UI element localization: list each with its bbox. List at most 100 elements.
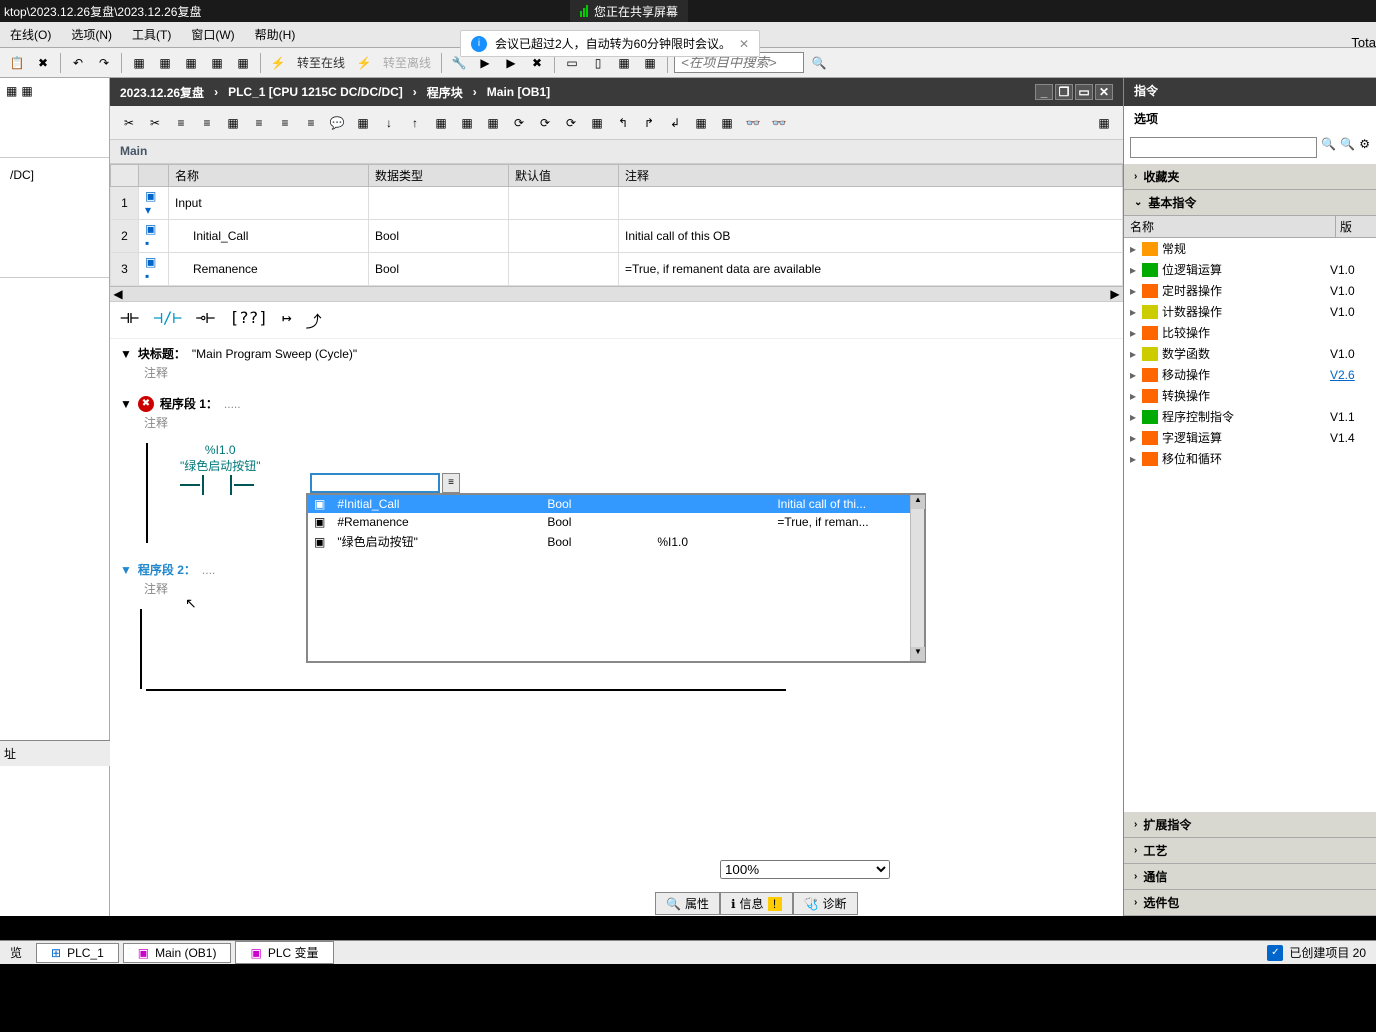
tb-icon[interactable]: ▦ [232,52,254,74]
tool-icon[interactable]: ↰ [612,112,634,134]
undo-icon[interactable]: ↶ [67,52,89,74]
instruction-item[interactable]: ▸字逻辑运算V1.4 [1124,427,1376,448]
status-tab[interactable]: ▣ Main (OB1) [123,943,232,963]
tool-icon[interactable]: ⟳ [508,112,530,134]
tool-icon[interactable]: ↲ [664,112,686,134]
tab-diagnostics[interactable]: 🩺 诊断 [793,892,858,915]
tool-icon[interactable]: ▦ [222,112,244,134]
status-tab[interactable]: ▣ PLC 变量 [235,941,333,964]
tb-icon[interactable]: ▦ [128,52,150,74]
contact-nc-icon[interactable]: ⊣/⊢ [153,308,182,332]
tool-icon[interactable]: ▦ [456,112,478,134]
search-icon[interactable]: 🔍 [1321,137,1336,158]
restore-icon[interactable]: ▭ [1075,84,1093,100]
scroll-right-icon[interactable]: ▶ [1107,287,1123,301]
tool-icon[interactable]: ▦ [482,112,504,134]
branch-up-icon[interactable]: ⤴ [306,308,322,332]
instruction-item[interactable]: ▸数学函数V1.0 [1124,343,1376,364]
instruction-item[interactable]: ▸常规 [1124,238,1376,259]
favorites-section[interactable]: › 收藏夹 [1124,164,1376,190]
tool-icon[interactable]: ▦ [6,84,17,151]
table-row[interactable]: 2 ▣ ▪ Initial_Call Bool Initial call of … [111,220,1123,253]
menu-help[interactable]: 帮助(H) [255,26,296,43]
zoom-select[interactable]: 100% [720,860,890,879]
menu-options[interactable]: 选项(N) [71,26,112,43]
contact-element[interactable]: %I1.0 "绿色启动按钮" [180,443,261,495]
tool-icon[interactable]: 👓 [768,112,790,134]
scroll-up-icon[interactable]: ▲ [911,495,925,509]
coil-icon[interactable]: ⊸⊢ [196,308,215,332]
col-comment[interactable]: 注释 [619,165,1123,187]
redo-icon[interactable]: ↷ [93,52,115,74]
tool-icon[interactable]: 👓 [742,112,764,134]
minimize-icon[interactable]: _ [1035,84,1053,100]
tool-icon[interactable]: ▦ [586,112,608,134]
instruction-item[interactable]: ▸转换操作 [1124,385,1376,406]
scrollbar[interactable]: ▲ ▼ [910,495,924,661]
delete-icon[interactable]: ✖ [32,52,54,74]
tool-icon[interactable]: ▦ [430,112,452,134]
instruction-item[interactable]: ▸移位和循环 [1124,448,1376,469]
col-version[interactable]: 版 [1336,216,1376,237]
tool-icon[interactable]: ≡ [196,112,218,134]
instruction-item[interactable]: ▸位逻辑运算V1.0 [1124,259,1376,280]
close-icon[interactable]: ✕ [739,37,749,51]
section-header[interactable]: ›扩展指令 [1124,812,1376,838]
list-item[interactable]: ▣ "绿色启动按钮" Bool %I1.0 [308,531,924,552]
tool-icon[interactable]: ✂ [144,112,166,134]
collapse-icon[interactable]: ▼ [120,563,132,577]
breadcrumb-item[interactable]: 程序块 [427,84,463,101]
tool-icon[interactable]: ≡ [248,112,270,134]
tab-properties[interactable]: 🔍 属性 [655,892,720,915]
instruction-item[interactable]: ▸计数器操作V1.0 [1124,301,1376,322]
menu-online[interactable]: 在线(O) [10,26,51,43]
collapse-icon[interactable]: ▼ [120,397,132,411]
table-row[interactable]: 1 ▣ ▾ Input [111,187,1123,220]
list-picker-icon[interactable]: ≡ [442,473,460,493]
section-header[interactable]: ›选件包 [1124,890,1376,916]
instruction-item[interactable]: ▸移动操作V2.6 [1124,364,1376,385]
section-header[interactable]: ›通信 [1124,864,1376,890]
tool-icon[interactable]: ≡ [300,112,322,134]
paste-icon[interactable]: 📋 [6,52,28,74]
list-item[interactable]: ▣ #Initial_Call Bool Initial call of thi… [308,495,924,513]
overview-label[interactable]: 览 [0,944,32,961]
tool-icon[interactable]: ⚙ [1359,137,1370,158]
tool-icon[interactable]: ↑ [404,112,426,134]
section-header[interactable]: ›工艺 [1124,838,1376,864]
contact-no-icon[interactable]: ⊣⊢ [120,308,139,332]
tb-icon[interactable]: ▦ [180,52,202,74]
maximize-icon[interactable]: ❐ [1055,84,1073,100]
tool-icon[interactable]: ▦ [716,112,738,134]
breadcrumb-item[interactable]: 2023.12.26复盘 [120,84,204,101]
tool-icon[interactable]: 💬 [326,112,348,134]
scroll-left-icon[interactable]: ◀ [110,287,126,301]
tb-icon[interactable]: ▦ [206,52,228,74]
col-name[interactable]: 名称 [1124,216,1336,237]
tool-icon[interactable]: ▦ [352,112,374,134]
tool-icon[interactable]: ▦ [21,84,32,151]
instruction-item[interactable]: ▸定时器操作V1.0 [1124,280,1376,301]
tool-icon[interactable]: ⟳ [560,112,582,134]
box-icon[interactable]: [??] [229,308,268,332]
breadcrumb-item[interactable]: PLC_1 [CPU 1215C DC/DC/DC] [228,85,403,99]
tb-icon[interactable]: ▦ [154,52,176,74]
tool-icon[interactable]: ▦ [690,112,712,134]
table-row[interactable]: 3 ▣ ▪ Remanence Bool =True, if remanent … [111,253,1123,286]
breadcrumb-item[interactable]: Main [OB1] [487,85,550,99]
list-item[interactable]: ▣ #Remanence Bool =True, if reman... [308,513,924,531]
tool-icon[interactable]: ≡ [274,112,296,134]
close-icon[interactable]: ✕ [1095,84,1113,100]
tool-icon[interactable]: ≡ [170,112,192,134]
tool-icon[interactable]: ↱ [638,112,660,134]
search-icon[interactable]: 🔍 [1340,137,1355,158]
collapse-icon[interactable]: ▼ [120,347,132,361]
menu-window[interactable]: 窗口(W) [191,26,234,43]
instruction-item[interactable]: ▸程序控制指令V1.1 [1124,406,1376,427]
col-name[interactable]: 名称 [169,165,369,187]
tool-icon[interactable]: ↓ [378,112,400,134]
status-tab[interactable]: ⊞ PLC_1 [36,943,119,963]
basic-instructions-section[interactable]: ⌄ 基本指令 [1124,190,1376,216]
tool-icon[interactable]: ✂ [118,112,140,134]
go-online-button[interactable]: 转至在线 [293,54,349,71]
